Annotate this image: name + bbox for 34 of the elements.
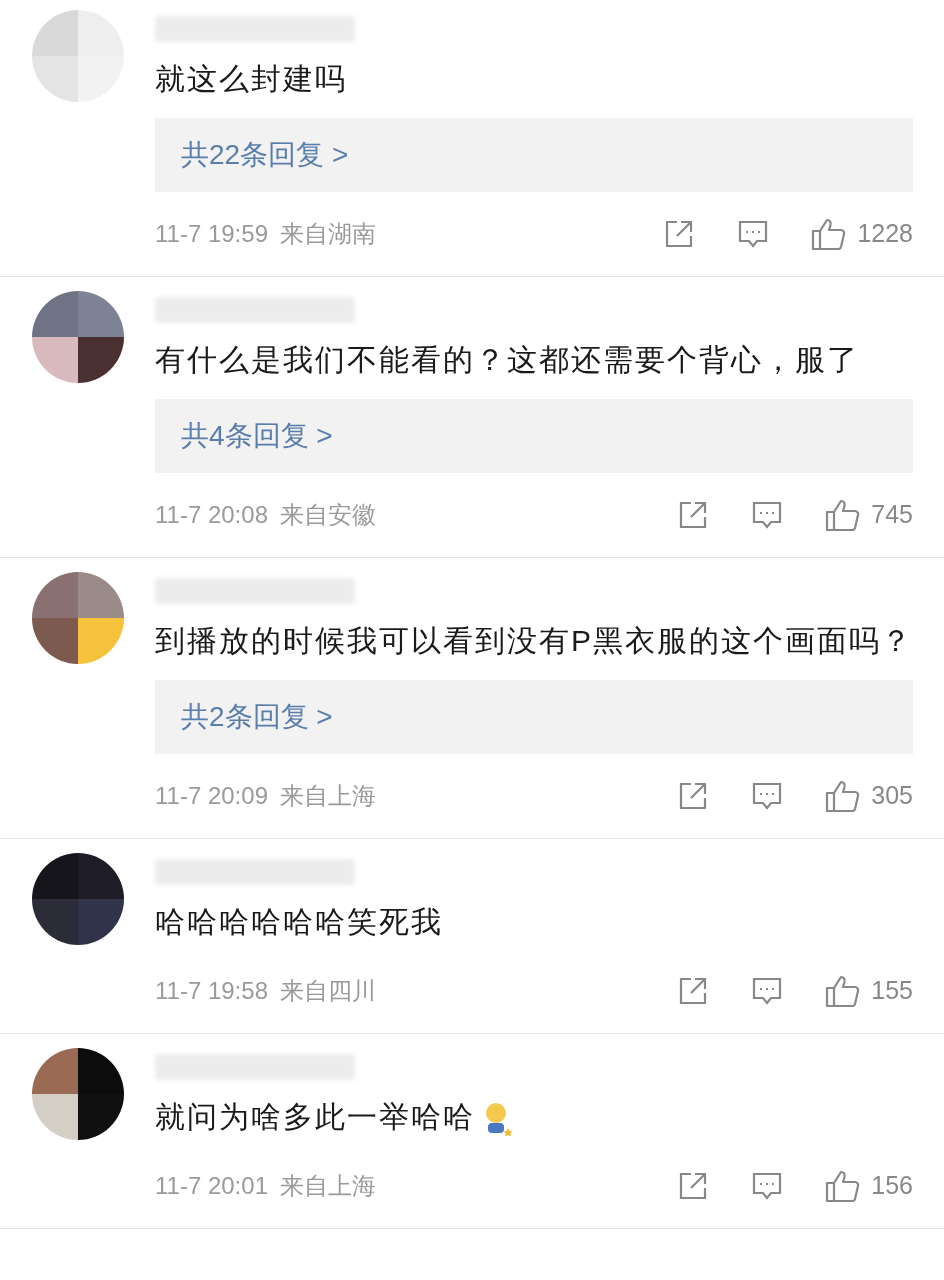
like-count: 156 (871, 1170, 913, 1202)
like-count: 745 (871, 499, 913, 531)
comment-time: 11-7 20:09 (155, 781, 268, 811)
emoji-icon (483, 1102, 513, 1137)
comment-time: 11-7 19:59 (155, 219, 268, 249)
comment-icon[interactable] (751, 976, 784, 1006)
comment-text: 就问为啥多此一举哈哈 (155, 1090, 913, 1144)
like-count: 305 (871, 780, 913, 812)
comment-time: 11-7 20:01 (155, 1171, 268, 1201)
replies-link[interactable]: 共22条回复 > (181, 134, 349, 176)
thumbs-up-icon[interactable] (825, 779, 862, 813)
comment-time: 11-7 19:58 (155, 976, 268, 1006)
comment-location: 来自上海 (280, 781, 376, 811)
like-count: 1228 (857, 218, 913, 250)
comment-time: 11-7 20:08 (155, 500, 268, 530)
comment-location: 来自湖南 (280, 219, 376, 249)
comment-location: 来自四川 (280, 976, 376, 1006)
comment-icon[interactable] (751, 1171, 784, 1201)
thumbs-up-icon[interactable] (825, 974, 862, 1008)
comment-text: 哈哈哈哈哈哈笑死我 (155, 904, 444, 940)
like-count: 155 (871, 975, 913, 1007)
comment-icon[interactable] (751, 500, 784, 530)
comment-icon[interactable] (737, 219, 770, 249)
replies-link[interactable]: 共2条回复 > (181, 696, 333, 738)
thumbs-up-icon[interactable] (825, 498, 862, 532)
replies-link[interactable]: 共4条回复 > (181, 415, 333, 457)
comment-location: 来自上海 (280, 1171, 376, 1201)
comment-text: 到播放的时候我可以看到没有P黑衣服的这个画面吗？ (155, 623, 913, 659)
comment-icon[interactable] (751, 781, 784, 811)
comment-text: 就这么封建吗 (155, 61, 348, 97)
comment-text: 有什么是我们不能看的？这都还需要个背心，服了 (155, 342, 860, 378)
thumbs-up-icon[interactable] (811, 217, 848, 251)
comment-location: 来自安徽 (280, 500, 376, 530)
thumbs-up-icon[interactable] (825, 1169, 862, 1203)
